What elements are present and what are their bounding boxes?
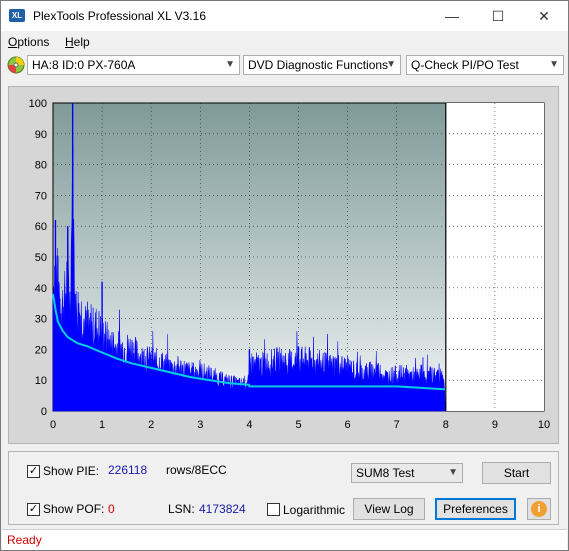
drive-disc-icon [7,56,25,74]
x-tick-label: 3 [197,419,203,431]
x-tick-label: 4 [246,419,252,431]
y-tick-label: 40 [35,283,47,295]
x-tick-label: 7 [394,419,400,431]
app-window: XL PlexTools Professional XL V3.16 — ☐ ✕… [0,0,569,551]
menu-help[interactable]: Help [65,35,90,49]
show-pie-checkbox[interactable]: ✓ [27,465,40,478]
start-button[interactable]: Start [482,462,551,484]
y-tick-label: 90 [35,129,47,141]
pof-value: 0 [108,502,115,516]
title-bar: XL PlexTools Professional XL V3.16 — ☐ ✕ [1,1,568,31]
function-select-value: DVD Diagnostic Functions [248,58,389,72]
chevron-down-icon: ▼ [549,59,559,70]
close-icon[interactable]: ✕ [521,1,567,31]
logarithmic-label: Logarithmic [283,503,346,517]
lsn-value: 4173824 [199,502,246,516]
x-tick-label: 8 [443,419,449,431]
info-icon: i [531,501,547,517]
y-tick-label: 100 [29,98,47,110]
y-tick-label: 50 [35,252,47,264]
y-tick-label: 60 [35,221,47,233]
chevron-down-icon: ▼ [448,467,458,478]
x-tick-label: 6 [345,419,351,431]
status-text: Ready [7,533,42,547]
x-tick-label: 2 [148,419,154,431]
minimize-icon[interactable]: — [429,1,475,31]
show-pie-label: Show PIE: [43,464,100,478]
y-tick-label: 10 [35,375,47,387]
maximize-icon[interactable]: ☐ [475,1,521,31]
logarithmic-checkbox[interactable] [267,503,280,516]
function-select[interactable]: DVD Diagnostic Functions ▼ [243,55,401,75]
test-select[interactable]: Q-Check PI/PO Test ▼ [406,55,564,75]
drive-select-value: HA:8 ID:0 PX-760A [32,58,136,72]
y-tick-label: 80 [35,160,47,172]
test-select-value: Q-Check PI/PO Test [411,58,519,72]
drive-select[interactable]: HA:8 ID:0 PX-760A ▼ [27,55,240,75]
window-title: PlexTools Professional XL V3.16 [33,9,206,23]
app-logo-icon: XL [9,9,25,22]
chevron-down-icon: ▼ [386,59,396,70]
sum-test-select-value: SUM8 Test [356,466,415,480]
view-log-button[interactable]: View Log [353,498,425,520]
pie-value: 226118 [108,463,148,477]
status-bar: Ready [2,529,567,550]
x-tick-label: 9 [492,419,498,431]
x-tick-label: 10 [538,419,550,431]
y-tick-label: 0 [41,406,47,418]
y-tick-label: 20 [35,344,47,356]
preferences-button[interactable]: Preferences [435,498,516,520]
y-tick-label: 70 [35,190,47,202]
pi-po-chart: 0 10 20 30 40 50 60 70 80 90 100 0 1 2 3 4 5 6 7 8 9 10 [8,86,559,444]
x-tick-label: 0 [50,419,56,431]
menu-options[interactable]: Options [8,35,49,49]
pie-unit: rows/8ECC [166,463,227,477]
chevron-down-icon: ▼ [225,59,235,70]
x-tick-label: 1 [99,419,105,431]
sum-test-select[interactable]: SUM8 Test ▼ [351,463,463,483]
chart-svg: 0 10 20 30 40 50 60 70 80 90 100 0 1 2 3 4 5 6 7 8 9 10 [29,98,550,431]
menu-bar: Options Help [1,32,568,52]
show-pof-checkbox[interactable]: ✓ [27,503,40,516]
x-tick-label: 5 [295,419,301,431]
info-button[interactable]: i [527,498,551,520]
show-pof-label: Show POF: [43,502,105,516]
lsn-label: LSN: [168,502,195,516]
control-panel: ✓ Show PIE: 226118 rows/8ECC ✓ Show POF:… [8,451,559,525]
y-tick-label: 30 [35,314,47,326]
